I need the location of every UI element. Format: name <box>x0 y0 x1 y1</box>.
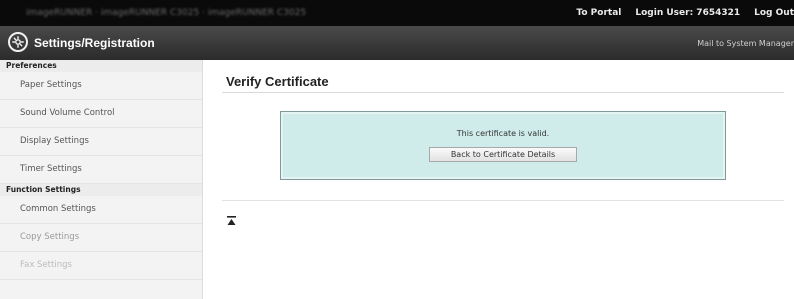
bottom-divider <box>222 200 784 201</box>
page-title: Verify Certificate <box>226 74 329 89</box>
device-breadcrumb: imageRUNNER · imageRUNNER C3025 · imageR… <box>26 8 307 18</box>
message-box: This certificate is valid. Back to Certi… <box>280 111 726 180</box>
top-links: To Portal Login User: 7654321 Log Out <box>576 0 794 26</box>
sidebar-item-display-settings[interactable]: Display Settings <box>0 128 202 156</box>
log-out-link[interactable]: Log Out <box>754 8 794 18</box>
settings-gear-icon <box>8 32 28 52</box>
to-portal-link[interactable]: To Portal <box>576 8 621 18</box>
sidebar-section-preferences: Preferences <box>0 60 202 72</box>
sidebar-item-fax-settings[interactable]: Fax Settings <box>0 252 202 280</box>
top-bar: imageRUNNER · imageRUNNER C3025 · imageR… <box>0 0 794 26</box>
sidebar-item-timer-settings[interactable]: Timer Settings <box>0 156 202 184</box>
sidebar-item-common-settings[interactable]: Common Settings <box>0 196 202 224</box>
back-to-certificate-details-button[interactable]: Back to Certificate Details <box>429 147 577 162</box>
title-divider <box>222 92 784 93</box>
app-header: Settings/Registration Mail to System Man… <box>0 26 794 60</box>
mail-to-system-manager-link[interactable]: Mail to System Manager <box>697 39 794 48</box>
app-title: Settings/Registration <box>34 36 155 50</box>
main-content: Verify Certificate This certificate is v… <box>203 60 794 299</box>
sidebar-section-function-settings: Function Settings <box>0 184 202 196</box>
sidebar-item-copy-settings[interactable]: Copy Settings <box>0 224 202 252</box>
login-user-label: Login User: 7654321 <box>635 8 741 18</box>
certificate-valid-message: This certificate is valid. <box>456 129 550 138</box>
sidebar-item-paper-settings[interactable]: Paper Settings <box>0 72 202 100</box>
scroll-to-top-icon[interactable] <box>227 216 236 226</box>
sidebar-item-sound-volume-control[interactable]: Sound Volume Control <box>0 100 202 128</box>
sidebar: Preferences Paper Settings Sound Volume … <box>0 60 203 299</box>
